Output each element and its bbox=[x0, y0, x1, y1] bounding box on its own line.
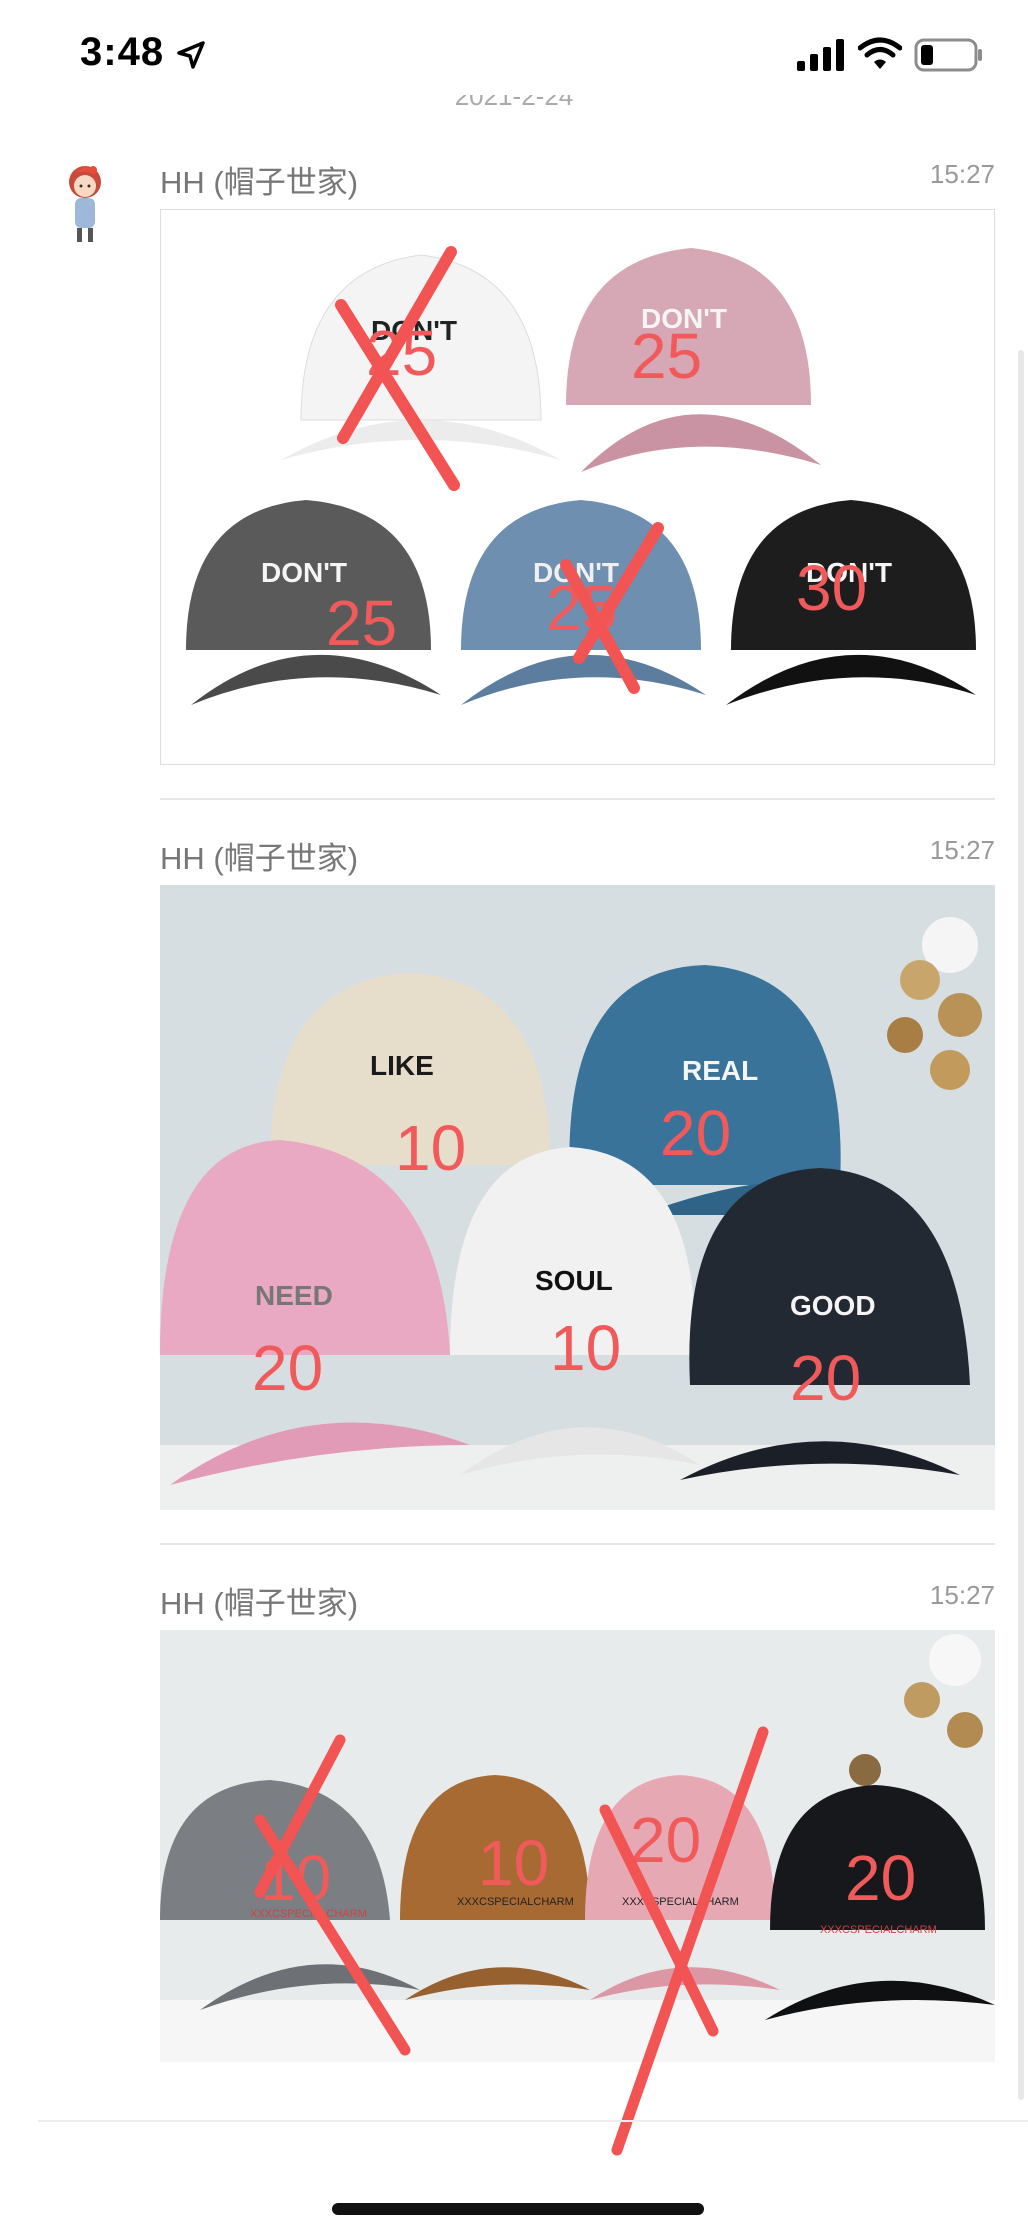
price-label: 25 bbox=[631, 320, 702, 392]
price-label: 10 bbox=[395, 1112, 466, 1184]
divider bbox=[160, 798, 995, 800]
price-label: 20 bbox=[630, 1804, 701, 1876]
location-arrow-icon bbox=[177, 41, 205, 69]
battery-icon bbox=[914, 38, 982, 72]
price-label: 25 bbox=[326, 587, 397, 659]
cap-black: DON'T 30 bbox=[726, 500, 976, 705]
price-label: 30 bbox=[796, 552, 867, 624]
chat-bottom-divider bbox=[38, 2120, 1028, 2122]
photo-dont-caps[interactable]: DON'T 25 DON'T 25 DON'T 25 DON'T bbox=[160, 209, 995, 765]
sender-name: HH (帽子世家) bbox=[160, 165, 359, 200]
scrollbar[interactable] bbox=[1018, 350, 1024, 2100]
cap-gray: DON'T 25 bbox=[186, 500, 441, 705]
status-time: 3:48 bbox=[80, 30, 165, 74]
divider bbox=[160, 1543, 995, 1545]
cap-label: GOOD bbox=[790, 1290, 876, 1321]
date-separator-text: 2021-2-24 bbox=[454, 95, 574, 111]
cap-label: SOUL bbox=[535, 1265, 613, 1296]
price-label: 20 bbox=[845, 1842, 916, 1914]
home-indicator[interactable] bbox=[332, 2203, 704, 2215]
price-label: 20 bbox=[790, 1342, 861, 1414]
message-time: 15:27 bbox=[929, 1580, 995, 1610]
cap-label: DON'T bbox=[261, 557, 347, 588]
sender-name: HH (帽子世家) bbox=[160, 841, 359, 876]
cap-label: NEED bbox=[255, 1280, 333, 1311]
price-label: 10 bbox=[478, 1827, 549, 1899]
avatar[interactable] bbox=[55, 160, 115, 250]
photo-word-caps[interactable]: LIKE 10 REAL 20 NEED 20 SOUL 10 GOOD 20 bbox=[160, 885, 995, 1510]
message-time: 15:27 bbox=[929, 835, 995, 865]
price-label: 20 bbox=[252, 1332, 323, 1404]
wifi-icon bbox=[858, 37, 902, 69]
sender-name: HH (帽子世家) bbox=[160, 1586, 359, 1621]
cap-pink: DON'T 25 bbox=[566, 248, 821, 472]
price-label: 20 bbox=[660, 1097, 731, 1169]
cap-label: XXXCSPECIALCHARM bbox=[820, 1924, 937, 1936]
message-2: HH (帽子世家) 15:27 LIKE 10 REAL 20 NEED 20 … bbox=[160, 833, 995, 1513]
date-separator: 2021-2-24 bbox=[0, 95, 1028, 117]
message-time: 15:27 bbox=[929, 159, 995, 189]
price-label: 10 bbox=[550, 1312, 621, 1384]
status-bar: 3:48 bbox=[0, 0, 1028, 110]
cap-label: REAL bbox=[682, 1055, 758, 1086]
cap-label: XXXCSPECIALCHARM bbox=[622, 1896, 739, 1908]
photo-charm-caps[interactable]: XXXCSPECIALCHARM 10 XXXCSPECIALCHARM 10 … bbox=[160, 1630, 995, 2062]
message-3: HH (帽子世家) 15:27 XXXCSPECIALCHARM 10 bbox=[160, 1578, 995, 2078]
cellular-signal-icon bbox=[797, 39, 844, 71]
cap-label: LIKE bbox=[370, 1050, 434, 1081]
message-1: HH (帽子世家) 15:27 DON'T 25 DON'T 25 DON'T bbox=[160, 157, 995, 767]
